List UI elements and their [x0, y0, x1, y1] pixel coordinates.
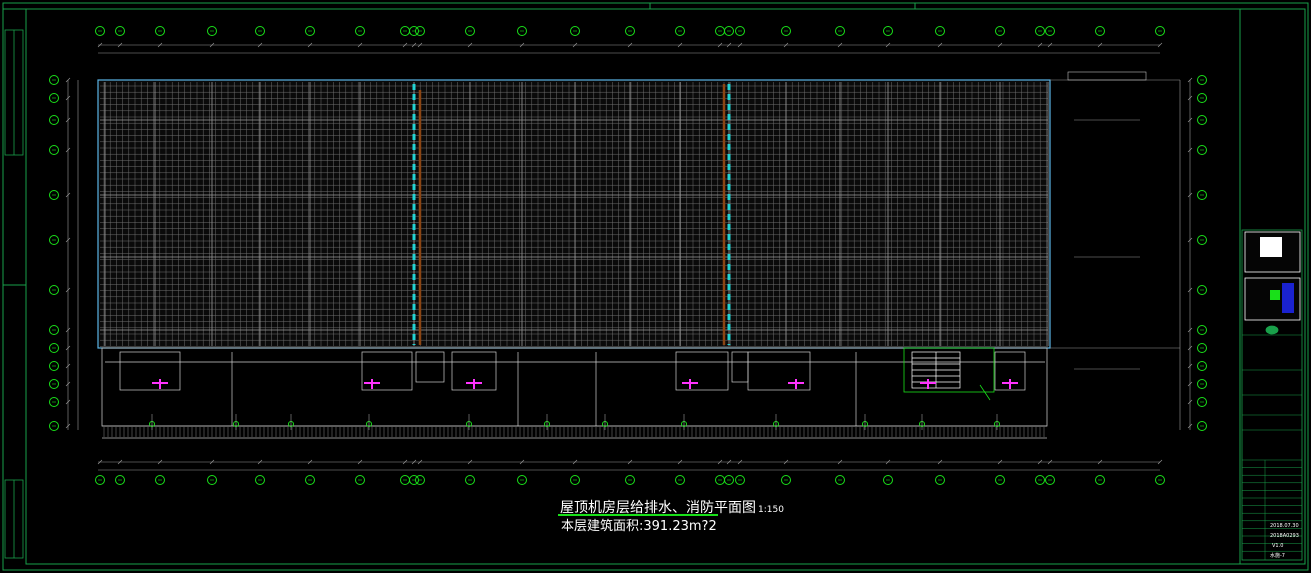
- floor-area-caption: 本层建筑面积:391.23m?2: [561, 515, 717, 534]
- drawing-scale: 1:150: [758, 505, 784, 515]
- cad-drawing-canvas: [2, 2, 1309, 571]
- title-block-sheet-no: 水施-7: [1270, 553, 1285, 559]
- right-roof-area: [1050, 71, 1180, 370]
- title-block-date: 2018.07.30: [1270, 523, 1299, 529]
- machine-room-band: [101, 347, 1048, 439]
- title-block-version: V1.0: [1272, 543, 1284, 549]
- floor-area-value: 391.23m?2: [643, 519, 717, 534]
- band-hatch: [103, 427, 1045, 437]
- fire-hydrant-icon: [152, 379, 1018, 389]
- floor-area-label: 本层建筑面积:: [561, 519, 644, 534]
- roof-grid-area: [97, 79, 1051, 349]
- title-block-project-no: 2018A0293: [1270, 533, 1299, 539]
- left-binding-strip: [4, 29, 24, 559]
- stair-highlight: [903, 347, 995, 401]
